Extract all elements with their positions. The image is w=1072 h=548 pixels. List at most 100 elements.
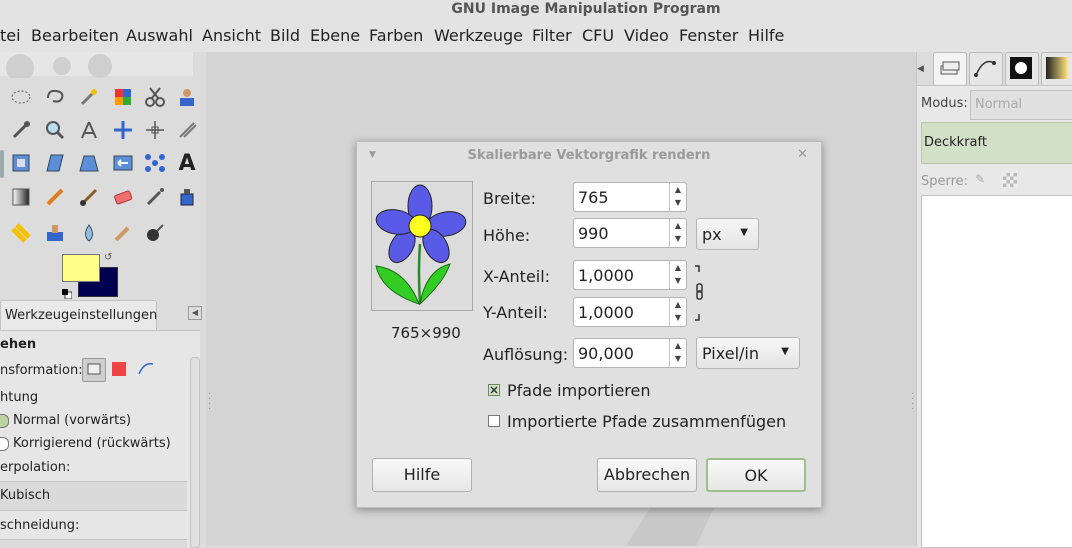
ellipse-select-icon[interactable]	[8, 84, 34, 110]
tab-layers[interactable]	[933, 52, 967, 86]
menu-view[interactable]: Ansicht	[202, 26, 261, 46]
menu-tools[interactable]: Werkzeuge	[434, 26, 523, 46]
right-dock-handle[interactable]: · · · ·	[911, 390, 914, 418]
layers-list[interactable]	[921, 195, 1072, 548]
tool-options-scrollbar[interactable]	[190, 357, 200, 548]
unit-select[interactable]: px ▼	[696, 218, 759, 250]
select-by-color-icon[interactable]	[110, 84, 136, 110]
eraser-icon[interactable]	[110, 184, 136, 210]
lock-pixels-icon[interactable]: ✎	[975, 172, 991, 188]
wilber-header-decoration	[0, 52, 193, 78]
width-stepper-icon[interactable]: ▲ ▼	[669, 183, 686, 211]
cancel-button[interactable]: Abbrechen	[597, 458, 697, 492]
svg-render-dialog: ▼ Skalierbare Vektorgrafik rendern ✕ 765…	[356, 141, 822, 508]
cage-transform-icon[interactable]	[142, 150, 168, 176]
yratio-spinbutton[interactable]: 1,0000 ▲ ▼	[573, 297, 687, 327]
color-picker-icon[interactable]	[8, 117, 34, 143]
toolbox: A ↺ Werkzeugeinstellungen ◀ ehen nsforma…	[0, 52, 206, 548]
blend-icon[interactable]	[8, 184, 34, 210]
default-colors-icon[interactable]	[62, 284, 73, 300]
resolution-unit-select[interactable]: Pixel/in ▼	[696, 337, 800, 369]
align-icon[interactable]	[142, 117, 168, 143]
crop-icon[interactable]	[174, 117, 200, 143]
menu-windows[interactable]: Fenster	[679, 26, 738, 46]
width-value: 765	[578, 188, 609, 207]
scale-icon[interactable]	[8, 150, 34, 176]
menu-cfu[interactable]: CFU	[582, 26, 614, 46]
merge-paths-checkbox[interactable]	[488, 415, 500, 427]
foreground-select-icon[interactable]	[174, 84, 200, 110]
resolution-stepper-icon[interactable]: ▲ ▼	[669, 339, 686, 367]
flip-icon[interactable]	[110, 150, 136, 176]
width-spinbutton[interactable]: 765 ▲ ▼	[573, 182, 687, 212]
move-icon[interactable]	[110, 117, 136, 143]
resolution-unit-value: Pixel/in	[702, 344, 759, 363]
dialog-close-icon[interactable]: ✕	[797, 147, 808, 162]
tab-tool-options[interactable]: Werkzeugeinstellungen	[0, 300, 157, 331]
airbrush-icon[interactable]	[142, 184, 168, 210]
mode-select[interactable]: Normal	[970, 90, 1072, 120]
transform-selection-button[interactable]	[112, 362, 126, 376]
fuzzy-select-icon[interactable]	[76, 84, 102, 110]
menu-image[interactable]: Bild	[270, 26, 300, 46]
window-title: GNU Image Manipulation Program	[451, 1, 721, 17]
menu-video[interactable]: Video	[624, 26, 669, 46]
swap-colors-icon[interactable]: ↺	[104, 252, 116, 264]
xratio-label: X-Anteil:	[483, 267, 551, 286]
ink-icon[interactable]	[174, 184, 200, 210]
smudge-icon[interactable]	[110, 220, 136, 246]
height-stepper-icon[interactable]: ▲ ▼	[669, 219, 686, 247]
left-dock-handle[interactable]: · · · ·	[208, 390, 211, 418]
merge-paths-label[interactable]: Importierte Pfade zusammenfügen	[507, 412, 786, 431]
pencil-icon[interactable]	[42, 184, 68, 210]
menu-select[interactable]: Auswahl	[126, 26, 193, 46]
transform-path-button[interactable]	[136, 358, 156, 378]
direction-corrective-label: Korrigierend (rückwärts)	[13, 436, 171, 451]
menu-edit[interactable]: Bearbeiten	[31, 26, 119, 46]
interpolation-select[interactable]: Kubisch	[0, 481, 187, 511]
menu-help[interactable]: Hilfe	[748, 26, 784, 46]
shear-icon[interactable]	[42, 150, 68, 176]
menu-layer[interactable]: Ebene	[310, 26, 360, 46]
help-button[interactable]: Hilfe	[372, 458, 472, 492]
tab-menu-icon[interactable]: ◀	[188, 306, 202, 320]
preview-size-label: 765×990	[391, 324, 461, 342]
measure-icon[interactable]	[76, 117, 102, 143]
tab-label: Werkzeugeinstellungen	[5, 308, 158, 323]
zoom-icon[interactable]	[42, 117, 68, 143]
ok-button[interactable]: OK	[706, 458, 806, 492]
svg-preview	[371, 181, 473, 311]
clone-icon[interactable]	[42, 220, 68, 246]
menu-file[interactable]: tei	[0, 26, 21, 46]
chevron-down-icon: ▼	[781, 346, 789, 357]
menu-colors[interactable]: Farben	[369, 26, 423, 46]
scissors-icon[interactable]	[142, 84, 168, 110]
dock-scroll-left-icon[interactable]: ◀	[917, 64, 927, 76]
tab-gradients[interactable]	[1041, 52, 1072, 86]
paintbrush-icon[interactable]	[76, 184, 102, 210]
lock-alpha-icon[interactable]	[1003, 173, 1017, 187]
text-icon[interactable]: A	[174, 150, 200, 176]
resolution-label: Auflösung:	[483, 345, 569, 364]
blur-icon[interactable]	[76, 220, 102, 246]
import-paths-checkbox[interactable]	[488, 384, 500, 396]
chain-link-icon[interactable]	[693, 264, 707, 324]
foreground-color-swatch[interactable]	[62, 254, 100, 282]
transform-layer-button[interactable]	[82, 358, 106, 382]
resolution-value: 90,000	[578, 344, 634, 363]
height-value: 990	[578, 224, 609, 243]
menu-filters[interactable]: Filter	[532, 26, 572, 46]
import-paths-label[interactable]: Pfade importieren	[507, 381, 651, 400]
yratio-stepper-icon[interactable]: ▲ ▼	[669, 298, 686, 326]
perspective-icon[interactable]	[76, 150, 102, 176]
dodge-burn-icon[interactable]	[142, 220, 168, 246]
height-spinbutton[interactable]: 990 ▲ ▼	[573, 218, 687, 248]
tab-brushes[interactable]	[1005, 52, 1039, 86]
xratio-stepper-icon[interactable]: ▲ ▼	[669, 261, 686, 289]
resolution-spinbutton[interactable]: 90,000 ▲ ▼	[573, 338, 687, 368]
opacity-slider[interactable]: Deckkraft	[921, 122, 1072, 164]
tab-paths[interactable]	[969, 52, 1003, 86]
lasso-icon[interactable]	[42, 84, 68, 110]
xratio-spinbutton[interactable]: 1,0000 ▲ ▼	[573, 260, 687, 290]
heal-icon[interactable]	[8, 220, 34, 246]
